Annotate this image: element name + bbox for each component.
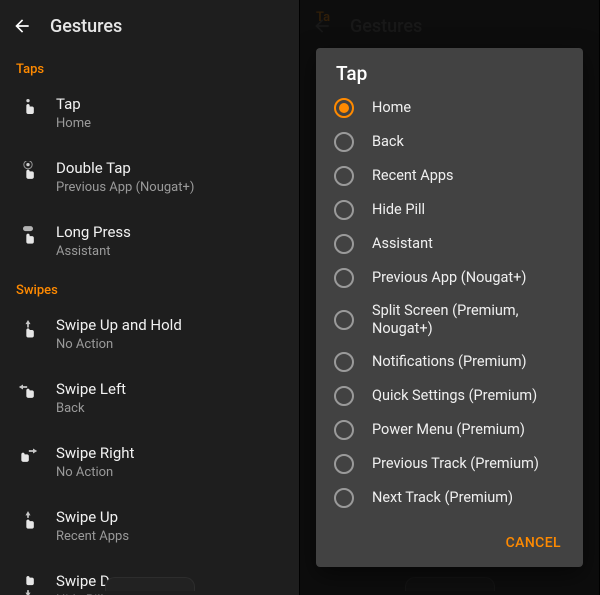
gesture-title: Swipe Up	[56, 508, 283, 526]
radio-icon	[334, 488, 354, 508]
radio-label: Split Screen (Premium, Nougat+)	[372, 302, 565, 338]
radio-label: Assistant	[372, 235, 433, 253]
gesture-subtitle: Recent Apps	[56, 529, 283, 544]
gesture-title: Swipe Left	[56, 380, 283, 398]
cancel-button[interactable]: CANCEL	[498, 529, 569, 557]
radio-label: Recent Apps	[372, 167, 453, 185]
radio-icon	[334, 454, 354, 474]
radio-label: Notifications (Premium)	[372, 353, 527, 371]
radio-option[interactable]: Notifications (Premium)	[334, 345, 565, 379]
radio-option[interactable]: Recent Apps	[334, 159, 565, 193]
section-header-swipes: Swipes	[0, 273, 299, 302]
gesture-title: Long Press	[56, 223, 283, 241]
back-arrow-icon[interactable]	[12, 16, 32, 36]
radio-label: Power Menu (Premium)	[372, 421, 525, 439]
radio-label: Previous App (Nougat+)	[372, 269, 526, 287]
radio-icon	[334, 98, 354, 118]
radio-icon	[334, 310, 354, 330]
gesture-item-tap[interactable]: Tap Home	[0, 81, 299, 145]
nav-handle[interactable]	[105, 577, 195, 591]
page-title: Gestures	[50, 16, 122, 37]
gesture-title: Swipe Up and Hold	[56, 316, 283, 334]
radio-option[interactable]: Back	[334, 125, 565, 159]
tap-icon	[18, 97, 38, 125]
swipe-up-hold-icon	[18, 318, 38, 346]
radio-label: Back	[372, 133, 404, 151]
swipe-down-icon	[18, 574, 38, 595]
swipe-left-icon	[16, 382, 40, 406]
swipe-right-icon	[16, 446, 40, 470]
radio-option[interactable]: Previous App (Nougat+)	[334, 261, 565, 295]
radio-icon	[334, 386, 354, 406]
gesture-subtitle: Assistant	[56, 244, 283, 259]
radio-icon	[334, 166, 354, 186]
appbar: Gestures	[0, 0, 299, 52]
radio-option[interactable]: Assistant	[334, 227, 565, 261]
swipe-up-icon	[18, 510, 38, 538]
radio-option[interactable]: Home	[334, 91, 565, 125]
radio-icon	[334, 200, 354, 220]
gesture-title: Tap	[56, 95, 283, 113]
radio-label: Quick Settings (Premium)	[372, 387, 537, 405]
radio-option[interactable]: Power Menu (Premium)	[334, 413, 565, 447]
dialog-options-list[interactable]: Home Back Recent Apps Hide Pill Assistant Pre…	[316, 91, 583, 521]
radio-label: Next Track (Premium)	[372, 489, 513, 507]
gestures-settings-screen-with-dialog: Gestures Ta S Tap HomeBackRecent AppsHid…	[300, 0, 600, 595]
long-press-icon	[18, 225, 38, 253]
tap-action-dialog: Tap Home Back Recent Apps Hide Pill Assistan…	[316, 48, 583, 567]
radio-option[interactable]: Hide Pill	[334, 193, 565, 227]
radio-label: Hide Pill	[372, 201, 425, 219]
radio-option[interactable]: Next Track (Premium)	[334, 481, 565, 515]
radio-option[interactable]: Previous Track (Premium)	[334, 447, 565, 481]
gesture-item-swipe-right[interactable]: Swipe Right No Action	[0, 430, 299, 494]
dialog-footer: CANCEL	[316, 521, 583, 567]
radio-icon	[334, 352, 354, 372]
radio-option[interactable]: Quick Settings (Premium)	[334, 379, 565, 413]
section-header-taps: Taps	[0, 52, 299, 81]
gesture-title: Double Tap	[56, 159, 283, 177]
radio-icon	[334, 234, 354, 254]
radio-option[interactable]: Split Screen (Premium, Nougat+)	[334, 295, 565, 345]
radio-icon	[334, 420, 354, 440]
gestures-settings-screen: Gestures Taps Tap Home Double Tap Previo…	[0, 0, 300, 595]
dialog-title: Tap	[316, 48, 583, 91]
gesture-item-swipe-up[interactable]: Swipe Up Recent Apps	[0, 494, 299, 558]
gesture-item-double-tap[interactable]: Double Tap Previous App (Nougat+)	[0, 145, 299, 209]
gesture-subtitle: No Action	[56, 337, 283, 352]
gesture-item-long-press[interactable]: Long Press Assistant	[0, 209, 299, 273]
gesture-subtitle: No Action	[56, 465, 283, 480]
gesture-subtitle: Previous App (Nougat+)	[56, 180, 283, 195]
radio-icon	[334, 268, 354, 288]
radio-label: Home	[372, 99, 411, 117]
double-tap-icon	[18, 161, 38, 189]
gesture-subtitle: Back	[56, 401, 283, 416]
gesture-item-swipe-up-hold[interactable]: Swipe Up and Hold No Action	[0, 302, 299, 366]
gesture-title: Swipe Right	[56, 444, 283, 462]
radio-icon	[334, 132, 354, 152]
radio-label: Previous Track (Premium)	[372, 455, 539, 473]
gesture-subtitle: Home	[56, 116, 283, 131]
gesture-item-swipe-left[interactable]: Swipe Left Back	[0, 366, 299, 430]
